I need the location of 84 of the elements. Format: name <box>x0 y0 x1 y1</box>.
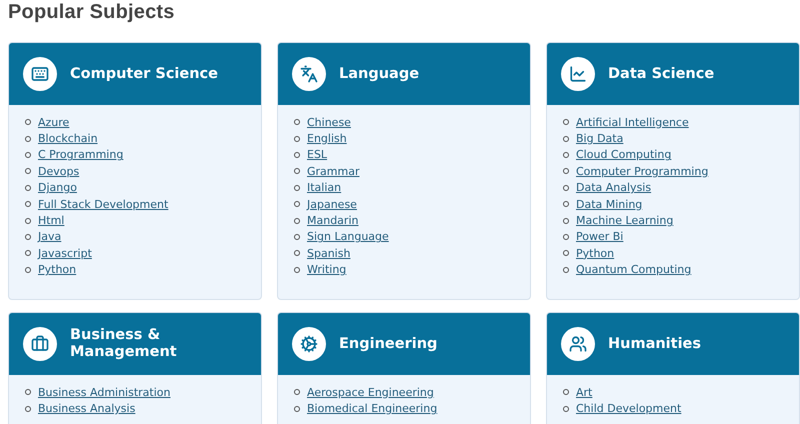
subject-link[interactable]: Devops <box>38 164 80 178</box>
bullet-icon <box>294 389 300 396</box>
subject-link[interactable]: Java <box>38 230 62 244</box>
people-icon <box>569 335 587 353</box>
bullet-icon <box>563 168 569 174</box>
bullet-icon <box>563 266 569 273</box>
subject-link[interactable]: Cloud Computing <box>576 148 672 162</box>
bullet-icon <box>563 406 569 412</box>
bullet-icon <box>25 218 31 224</box>
briefcase-icon <box>31 335 49 353</box>
subject-link[interactable]: Big Data <box>576 132 624 146</box>
subject-link[interactable]: Power Bi <box>576 230 624 244</box>
subject-link[interactable]: Biomedical Engineering <box>307 402 438 416</box>
subject-link[interactable]: Child Development <box>576 402 682 416</box>
bullet-icon <box>25 184 31 191</box>
card-title: Humanities <box>608 336 702 352</box>
subject-link[interactable]: C Programming <box>38 148 124 162</box>
subject-link[interactable]: Business Analysis <box>38 402 136 416</box>
translate-icon <box>300 65 318 83</box>
bullet-icon <box>563 218 569 224</box>
bullet-icon <box>294 266 300 273</box>
subject-link[interactable]: Azure <box>38 116 70 129</box>
card-title: Data Science <box>608 66 714 82</box>
subject-link[interactable]: Computer Programming <box>576 164 708 178</box>
subject-link[interactable]: ESL <box>307 148 328 162</box>
bullet-icon <box>25 201 31 208</box>
bullet-icon <box>294 234 300 240</box>
bullet-icon <box>563 250 569 256</box>
bullet-icon <box>25 152 31 158</box>
subject-link[interactable]: Spanish <box>307 246 350 260</box>
bullet-icon <box>563 201 569 208</box>
bullet-icon <box>294 184 300 191</box>
bullet-icon <box>563 184 569 191</box>
bullet-icon <box>25 406 31 412</box>
subject-link[interactable]: Chinese <box>307 116 351 129</box>
subject-link[interactable]: Python <box>576 246 614 260</box>
bullet-icon <box>294 250 300 256</box>
subject-link[interactable]: Sign Language <box>307 230 389 244</box>
subject-link[interactable]: Artificial Intelligence <box>576 116 689 129</box>
bullet-icon <box>25 136 31 142</box>
bullet-icon <box>25 119 31 126</box>
subject-link[interactable]: Mandarin <box>307 214 358 228</box>
subject-link[interactable]: Full Stack Development <box>38 198 168 211</box>
bullet-icon <box>25 250 31 256</box>
subject-link[interactable]: Grammar <box>307 164 360 178</box>
subject-link[interactable]: Japanese <box>307 198 357 211</box>
card-title: Computer Science <box>70 66 218 82</box>
bullet-icon <box>294 152 300 158</box>
subject-link[interactable]: Data Analysis <box>576 181 652 194</box>
subject-link[interactable]: Django <box>38 181 77 194</box>
bullet-icon <box>294 406 300 412</box>
keyboard-icon <box>31 65 49 83</box>
bullet-icon <box>563 119 569 126</box>
bullet-icon <box>294 168 300 174</box>
bullet-icon <box>563 152 569 158</box>
bullet-icon <box>25 234 31 240</box>
subject-link[interactable]: Machine Learning <box>576 214 674 228</box>
bullet-icon <box>294 201 300 208</box>
bullet-icon <box>563 136 569 142</box>
subject-link[interactable]: Business Administration <box>38 386 170 399</box>
section-heading: Popular Subjects <box>8 0 176 25</box>
bullet-icon <box>25 168 31 174</box>
bullet-icon <box>294 136 300 142</box>
line-chart-icon <box>569 65 587 83</box>
bullet-icon <box>294 218 300 224</box>
subject-link[interactable]: Art <box>576 386 592 399</box>
subject-link[interactable]: Python <box>38 263 76 276</box>
bullet-icon <box>294 119 300 126</box>
card-title: Business & Management <box>70 327 178 361</box>
subject-link[interactable]: Data Mining <box>576 198 642 211</box>
subject-link[interactable]: Html <box>38 214 64 228</box>
subject-link[interactable]: Writing <box>307 263 346 276</box>
card-title: Language <box>339 66 420 82</box>
subject-link[interactable]: Blockchain <box>38 132 98 146</box>
subject-link[interactable]: Aerospace Engineering <box>307 386 434 399</box>
bullet-icon <box>563 234 569 240</box>
subject-link[interactable]: Javascript <box>38 246 92 260</box>
card-title: Engineering <box>339 336 438 352</box>
bullet-icon <box>25 389 31 396</box>
subject-link[interactable]: English <box>307 132 347 146</box>
subject-link[interactable]: Italian <box>307 181 342 194</box>
subject-link[interactable]: Quantum Computing <box>576 263 692 276</box>
bullet-icon <box>25 266 31 273</box>
bullet-icon <box>563 389 569 396</box>
